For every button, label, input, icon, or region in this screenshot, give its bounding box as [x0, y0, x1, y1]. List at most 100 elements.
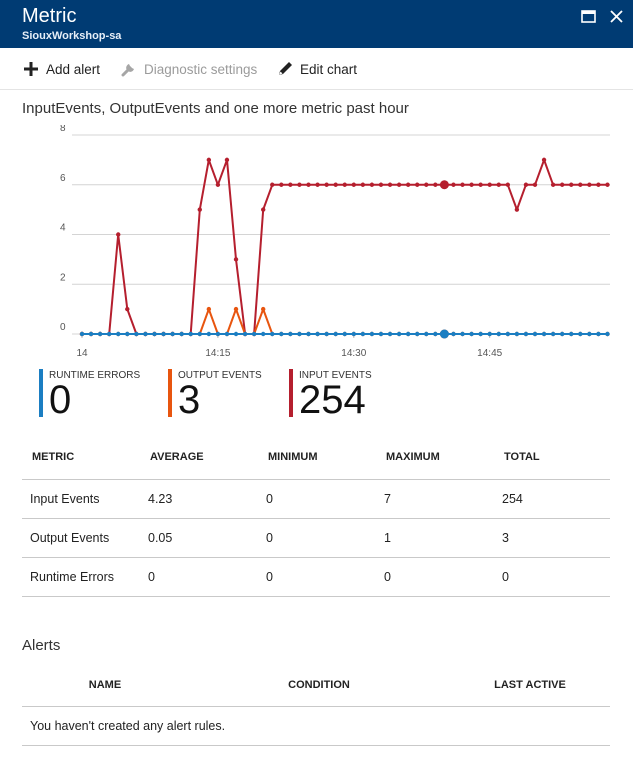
- data-point-runtime: [197, 331, 202, 337]
- data-point-input: [523, 182, 529, 187]
- data-point-input: [587, 182, 592, 187]
- data-point-input: [451, 182, 456, 187]
- data-point-runtime: [569, 331, 574, 337]
- data-point-runtime: [79, 331, 85, 337]
- data-point-runtime: [559, 331, 565, 337]
- close-icon[interactable]: [606, 8, 628, 26]
- y-tick-label: 0: [60, 322, 66, 333]
- edit-chart-button[interactable]: Edit chart: [276, 60, 357, 78]
- diagnostic-settings-label: Diagnostic settings: [144, 61, 258, 77]
- table-cell: 254: [494, 479, 610, 519]
- data-point-input: [405, 182, 411, 187]
- data-point-runtime: [451, 331, 456, 337]
- data-point-input: [487, 182, 492, 187]
- data-point-runtime: [324, 331, 329, 337]
- data-point-runtime: [270, 331, 275, 337]
- data-point-runtime: [170, 331, 175, 337]
- table-cell: 0: [140, 557, 258, 597]
- data-point-runtime: [514, 331, 520, 337]
- column-header: NAME: [22, 664, 188, 707]
- pencil-icon: [279, 62, 292, 75]
- data-point-runtime: [378, 331, 384, 337]
- table-row[interactable]: Input Events 4.23 0 7 254: [22, 479, 610, 519]
- table-row[interactable]: Runtime Errors 0 0 0 0: [22, 557, 610, 597]
- data-point-runtime: [550, 331, 556, 337]
- table-row[interactable]: Output Events 0.05 0 1 3: [22, 518, 610, 558]
- table-cell: 0.05: [140, 518, 258, 558]
- data-point-runtime: [242, 331, 248, 337]
- y-tick-label: 6: [60, 173, 66, 184]
- plus-icon: [24, 62, 38, 76]
- data-point-runtime: [116, 331, 121, 337]
- data-point-input: [215, 182, 221, 187]
- y-tick-label: 8: [60, 125, 66, 134]
- data-point-input: [116, 232, 121, 237]
- x-tick-label: 14: [76, 348, 88, 359]
- data-point-input: [270, 182, 275, 187]
- data-point-input: [505, 182, 511, 187]
- data-point-runtime: [605, 331, 610, 337]
- blade-header: Metric SiouxWorkshop-sa: [0, 0, 633, 48]
- x-tick-label: 14:45: [477, 348, 502, 359]
- data-point-runtime: [387, 331, 393, 337]
- table-cell: 1: [376, 518, 494, 558]
- metric-line-chart[interactable]: 8 6 4 2 0 14 14:15 14:30 14:45: [0, 125, 633, 365]
- diagnostic-settings-button[interactable]: Diagnostic settings: [120, 60, 257, 78]
- runtime-errors-color-bar: [39, 369, 43, 417]
- add-alert-button[interactable]: Add alert: [22, 60, 100, 78]
- data-point-input: [532, 182, 538, 187]
- data-point-runtime: [505, 331, 511, 337]
- table-cell: 4.23: [140, 479, 258, 519]
- table-cell: 0: [258, 518, 376, 558]
- data-point-runtime: [578, 331, 583, 337]
- data-point-runtime: [233, 331, 239, 337]
- data-point-input: [288, 182, 293, 187]
- data-point-input: [578, 182, 583, 187]
- data-point-input: [279, 182, 284, 187]
- data-point-runtime: [424, 331, 429, 337]
- data-point-runtime: [405, 331, 411, 337]
- series-line-output: [82, 308, 608, 335]
- data-point-runtime: [333, 331, 338, 337]
- data-point-runtime: [496, 331, 501, 337]
- data-point-runtime: [596, 331, 601, 337]
- column-header: AVERAGE: [140, 436, 258, 480]
- alerts-heading: Alerts: [22, 637, 61, 654]
- data-point-runtime: [487, 331, 492, 337]
- edit-chart-label: Edit chart: [300, 61, 358, 77]
- data-point-runtime: [541, 331, 547, 337]
- data-point-runtime: [188, 331, 193, 337]
- data-point-input: [559, 182, 565, 187]
- alerts-table: NAME CONDITION LAST ACTIVE You haven't c…: [22, 664, 610, 746]
- data-point-input: [224, 157, 230, 163]
- data-point-runtime: [415, 331, 420, 337]
- empty-message: You haven't created any alert rules.: [22, 706, 610, 746]
- data-point-input: [315, 182, 320, 187]
- column-header: MAXIMUM: [376, 436, 494, 480]
- data-point-input: [460, 182, 465, 187]
- data-point-runtime: [106, 331, 112, 337]
- data-point-input: [415, 182, 420, 187]
- x-tick-label: 14:15: [205, 348, 230, 359]
- y-tick-label: 4: [60, 223, 66, 234]
- data-point-runtime: [97, 331, 103, 337]
- data-point-input: [424, 182, 429, 187]
- maximize-icon[interactable]: [578, 8, 600, 26]
- data-point-runtime: [152, 331, 157, 337]
- table-cell: 3: [494, 518, 610, 558]
- data-point-input: [369, 182, 375, 187]
- data-point-runtime: [360, 331, 366, 337]
- table-header-row: METRIC AVERAGE MINIMUM MAXIMUM TOTAL: [22, 436, 610, 480]
- data-point-runtime: [587, 331, 592, 337]
- data-point-runtime: [469, 331, 474, 337]
- data-point-input: [261, 207, 266, 212]
- data-point-input: [469, 182, 474, 187]
- data-point-input: [378, 182, 384, 187]
- table-cell: 7: [376, 479, 494, 519]
- data-point-input: [478, 182, 483, 187]
- data-point-runtime: [396, 331, 402, 337]
- data-point-input: [360, 182, 366, 187]
- data-point-runtime: [206, 331, 212, 337]
- table-cell: Input Events: [22, 479, 140, 519]
- table-cell: Output Events: [22, 518, 140, 558]
